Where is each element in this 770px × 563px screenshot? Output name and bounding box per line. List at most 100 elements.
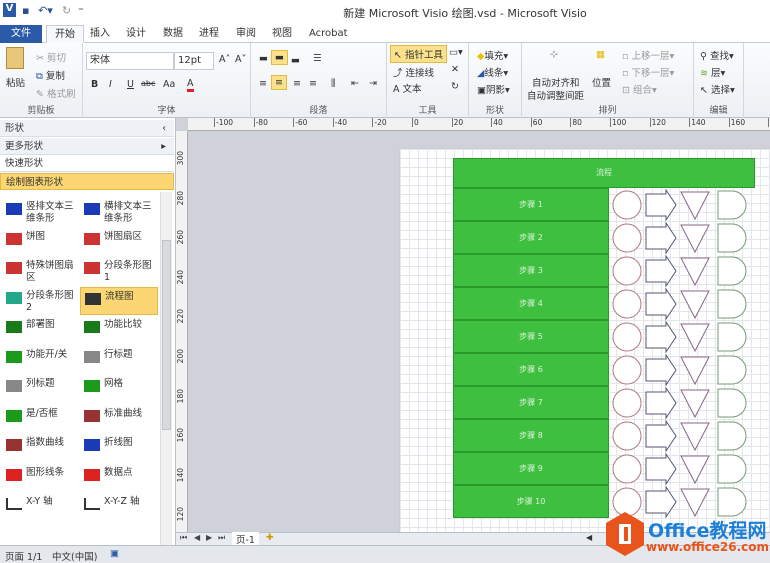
arrow-shape[interactable]	[645, 452, 677, 485]
insert-page-icon[interactable]: ✚	[266, 533, 274, 543]
rectangle-tool-icon[interactable]: ▭▾	[449, 47, 463, 58]
circle-shape[interactable]	[612, 355, 642, 385]
circle-shape[interactable]	[612, 289, 642, 319]
grow-font-icon[interactable]: A˄	[219, 54, 230, 65]
delay-shape[interactable]	[717, 454, 747, 484]
align-right-icon[interactable]: ≡	[293, 78, 301, 89]
triangle-shape[interactable]	[680, 290, 710, 320]
language-status[interactable]: 中文(中国)	[52, 549, 97, 563]
step-cell[interactable]: 步骤 5	[453, 320, 609, 353]
stencil-shape[interactable]: 标准曲线	[80, 405, 158, 433]
bring-forward-button[interactable]: ▫ 上移一层▾	[622, 48, 674, 62]
tab-design[interactable]: 设计	[118, 25, 154, 43]
align-middle-icon[interactable]: ▬	[271, 50, 288, 65]
delay-shape[interactable]	[717, 388, 747, 418]
step-cell[interactable]: 步骤 4	[453, 287, 609, 320]
tab-home[interactable]: 开始	[46, 25, 84, 43]
flow-header[interactable]: 流程	[453, 158, 755, 188]
tab-process[interactable]: 进程	[191, 25, 227, 43]
strikethrough-button[interactable]: abc	[141, 79, 155, 88]
first-page-icon[interactable]: ⏮	[180, 533, 187, 543]
circle-shape[interactable]	[612, 421, 642, 451]
stencil-shape[interactable]: 横排文本三维条形	[80, 198, 158, 226]
shrink-font-icon[interactable]: A˅	[235, 54, 246, 65]
auto-space-button[interactable]: 自动调整间距	[527, 88, 584, 102]
quick-shapes-item[interactable]: 快速形状	[0, 155, 174, 172]
bold-button[interactable]: B	[91, 79, 98, 90]
last-page-icon[interactable]: ⏭	[218, 533, 225, 543]
stencil-shape[interactable]: 流程图	[80, 286, 158, 315]
tab-view[interactable]: 视图	[264, 25, 300, 43]
step-cell[interactable]: 步骤 7	[453, 386, 609, 419]
scrollbar-thumb[interactable]	[162, 240, 171, 430]
stencil-shape[interactable]: 功能比较	[80, 316, 158, 344]
format-painter-button[interactable]: ✎ 格式刷	[36, 86, 76, 100]
stencil-shape[interactable]: 分段条形图 1	[80, 257, 158, 285]
circle-shape[interactable]	[612, 322, 642, 352]
align-left-icon[interactable]: ≡	[259, 78, 267, 89]
triangle-shape[interactable]	[680, 356, 710, 386]
stencil-shape[interactable]: 数据点	[80, 464, 158, 492]
triangle-shape[interactable]	[680, 488, 710, 518]
arrow-shape[interactable]	[645, 188, 677, 221]
send-backward-button[interactable]: ▫ 下移一层▾	[622, 65, 674, 79]
delay-shape[interactable]	[717, 190, 747, 220]
triangle-shape[interactable]	[680, 191, 710, 221]
page-count-status[interactable]: 页面 1/1	[5, 549, 42, 563]
stencil-shape[interactable]: 行标题	[80, 346, 158, 374]
drawing-canvas[interactable]: -100 -80 -60 -40 -20 0 20 40 60 80 100 120 140 160 180…	[176, 118, 770, 532]
triangle-shape[interactable]	[680, 257, 710, 287]
delay-shape[interactable]	[717, 487, 747, 517]
arrow-shape[interactable]	[645, 485, 677, 518]
triangle-shape[interactable]	[680, 389, 710, 419]
circle-shape[interactable]	[612, 256, 642, 286]
stencil-shape[interactable]: X-Y-Z 轴	[80, 493, 158, 521]
triangle-shape[interactable]	[680, 455, 710, 485]
align-top-icon[interactable]: ▬	[259, 53, 268, 64]
align-center-icon[interactable]: ≡	[271, 75, 287, 90]
justify-icon[interactable]: ≡	[309, 78, 317, 89]
rotate-icon[interactable]: ↻	[451, 81, 459, 92]
group-button[interactable]: ⊡ 组合▾	[622, 82, 657, 96]
cut-button[interactable]: ✂ 剪切	[36, 50, 66, 64]
text-tool-button[interactable]: A 文本	[393, 81, 422, 95]
close-x-icon[interactable]: ✕	[451, 64, 459, 75]
font-size-select[interactable]: 12pt	[174, 52, 214, 70]
more-shapes-menu[interactable]: 更多形状 ▸	[0, 138, 174, 155]
collapse-chevron-icon[interactable]: ‹	[162, 120, 166, 137]
arrow-shape[interactable]	[645, 254, 677, 287]
tab-acrobat[interactable]: Acrobat	[301, 25, 356, 43]
delay-shape[interactable]	[717, 421, 747, 451]
page-tab-1[interactable]: 页-1	[232, 532, 259, 546]
underline-button[interactable]: U	[127, 79, 134, 90]
arrow-shape[interactable]	[645, 419, 677, 452]
arrow-shape[interactable]	[645, 320, 677, 353]
step-cell[interactable]: 步骤 3	[453, 254, 609, 287]
stencil-shape[interactable]: 是/否框	[2, 405, 80, 433]
delay-shape[interactable]	[717, 322, 747, 352]
align-bottom-icon[interactable]: ▬	[291, 55, 300, 66]
delay-shape[interactable]	[717, 256, 747, 286]
stencil-shape[interactable]: 折线图	[80, 434, 158, 462]
stencil-shape[interactable]: 列标题	[2, 375, 80, 403]
macro-record-icon[interactable]: ▣	[110, 548, 119, 559]
drawing-page[interactable]: 流程 步骤 1 步骤 2 步骤 3 步骤 4 步骤 5 步骤 6 步骤 7 步骤…	[400, 149, 770, 532]
auto-align-button[interactable]: 自动对齐和	[532, 75, 580, 89]
shapes-pane-header[interactable]: 形状 ‹	[0, 120, 174, 137]
increase-indent-icon[interactable]: ⇥	[369, 78, 377, 89]
step-cell[interactable]: 步骤 6	[453, 353, 609, 386]
stencil-shape[interactable]: 分段条形图 2	[2, 287, 80, 315]
step-cell[interactable]: 步骤 8	[453, 419, 609, 452]
stencil-shape[interactable]: 网格	[80, 375, 158, 403]
shadow-button[interactable]: ▣阴影▾	[477, 82, 510, 96]
find-button[interactable]: ⚲ 查找▾	[700, 48, 734, 62]
step-cell[interactable]: 步骤 10	[453, 485, 609, 518]
circle-shape[interactable]	[612, 454, 642, 484]
tab-data[interactable]: 数据	[155, 25, 191, 43]
stencil-scrollbar[interactable]	[160, 192, 172, 545]
triangle-shape[interactable]	[680, 224, 710, 254]
circle-shape[interactable]	[612, 487, 642, 517]
stencil-shape[interactable]: 功能开/关	[2, 346, 80, 374]
stencil-shape[interactable]: 指数曲线	[2, 434, 80, 462]
next-page-icon[interactable]: ▶	[206, 533, 212, 542]
